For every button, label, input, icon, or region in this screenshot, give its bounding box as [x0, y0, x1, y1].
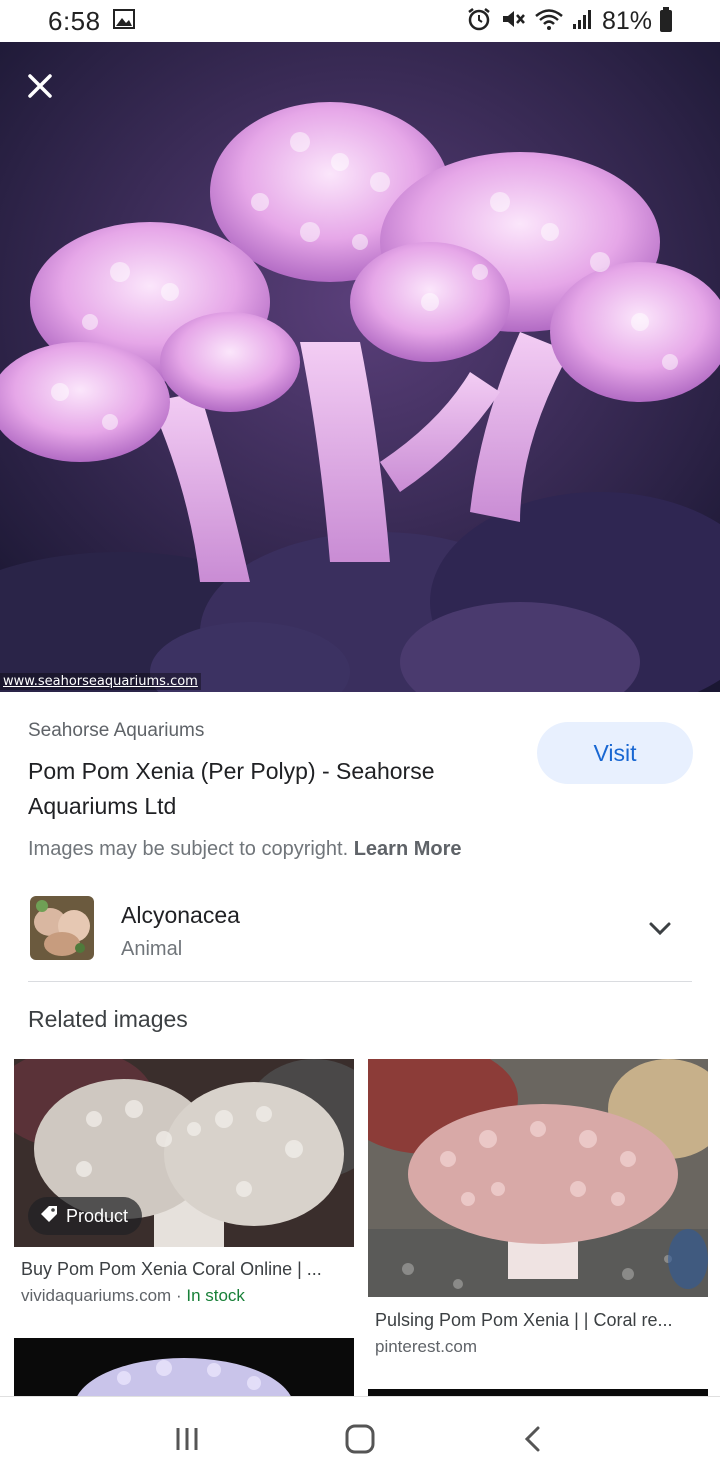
entity-row[interactable]: Alcyonacea Animal — [28, 896, 692, 982]
status-bar: 6:58 81% — [0, 0, 720, 42]
copyright-notice: Images may be subject to copyright. Lear… — [28, 838, 462, 861]
related-image-card-partial[interactable] — [14, 1338, 354, 1396]
page-title[interactable]: Pom Pom Xenia (Per Polyp) - Seahorse Aqu… — [28, 754, 508, 824]
mute-icon — [500, 7, 526, 36]
system-nav-bar — [0, 1396, 720, 1480]
visit-button[interactable]: Visit — [537, 722, 693, 784]
related-image-card[interactable]: Product Buy Pom Pom Xenia Coral Online |… — [14, 1059, 354, 1319]
related-image-title[interactable]: Buy Pom Pom Xenia Coral Online | ... — [21, 1259, 351, 1280]
related-image[interactable] — [368, 1059, 708, 1297]
signal-icon — [572, 8, 594, 35]
related-image-source: pinterest.com — [375, 1337, 478, 1356]
product-chip-label: Product — [66, 1205, 129, 1226]
wifi-icon — [534, 7, 564, 36]
chevron-down-icon[interactable] — [644, 912, 676, 944]
tag-icon — [40, 1205, 58, 1228]
close-icon[interactable] — [18, 64, 62, 108]
related-image-title[interactable]: Pulsing Pom Pom Xenia | | Coral re... — [375, 1310, 705, 1331]
source-separator: · — [171, 1286, 187, 1305]
related-image-source: vividaquariums.com · In stock — [21, 1286, 245, 1306]
source-name: Seahorse Aquariums — [28, 720, 205, 741]
source-domain: vividaquariums.com — [21, 1286, 172, 1305]
hero-image[interactable]: www.seahorseaquariums.com — [0, 42, 720, 692]
gallery-icon — [112, 8, 135, 34]
recents-icon[interactable] — [157, 1409, 217, 1469]
battery-percent: 81% — [601, 6, 652, 35]
alarm-icon — [466, 7, 492, 36]
battery-icon — [660, 7, 672, 32]
home-icon[interactable] — [330, 1409, 390, 1469]
status-time: 6:58 — [48, 5, 101, 36]
related-image-card-partial[interactable] — [368, 1389, 708, 1396]
related-image[interactable]: Product — [14, 1059, 354, 1247]
stock-status: In stock — [186, 1286, 245, 1305]
back-icon[interactable] — [503, 1409, 563, 1469]
related-image-card[interactable]: Pulsing Pom Pom Xenia | | Coral re... pi… — [368, 1059, 708, 1369]
entity-type: Animal — [121, 938, 183, 960]
learn-more-link[interactable]: Learn More — [354, 838, 462, 860]
image-watermark: www.seahorseaquariums.com — [0, 673, 201, 690]
entity-thumbnail — [30, 896, 94, 960]
copyright-text: Images may be subject to copyright. — [28, 838, 349, 860]
related-images-heading: Related images — [28, 1006, 188, 1032]
entity-name: Alcyonacea — [121, 902, 240, 928]
product-chip: Product — [28, 1197, 143, 1235]
